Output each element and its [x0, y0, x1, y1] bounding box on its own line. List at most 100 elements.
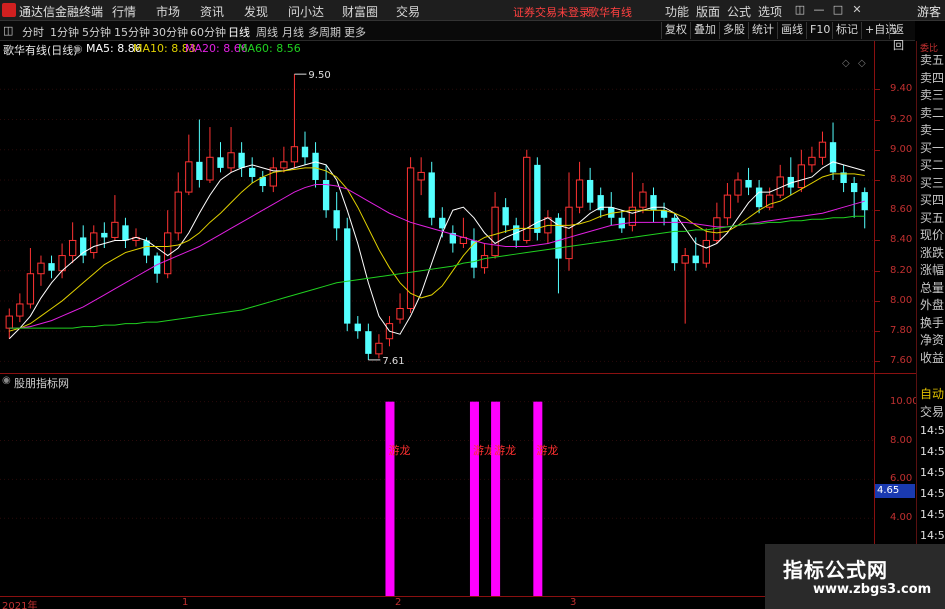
sidebar-auto[interactable]: 自动 [920, 385, 944, 402]
sidebar-item: 外盘 [920, 298, 945, 312]
signal-bar [385, 401, 395, 596]
menu-banmian[interactable]: 版面 [696, 3, 720, 20]
minimize-icon[interactable]: — [811, 2, 827, 18]
menu-bar: 通达信金融终端 行情 市场 资讯 发现 问小达 财富圈 交易 证券交易未登录 歌… [0, 0, 945, 21]
pane-divider[interactable] [0, 373, 916, 374]
candle-body-down [470, 240, 478, 268]
sidebar-time: 14:56 [920, 508, 945, 521]
signal-bar [533, 401, 543, 596]
candle-body-up [808, 156, 816, 166]
candle-body-down [365, 331, 372, 354]
btn-duogu[interactable]: 多股 [719, 22, 748, 39]
candle-body-up [206, 156, 214, 181]
period-weekly[interactable]: 周线 [256, 24, 278, 40]
candle-body-down [745, 179, 752, 188]
menu-hangqing[interactable]: 行情 [112, 3, 136, 20]
sidebar-time: 14:56 [920, 466, 945, 479]
signal-bar [469, 401, 479, 596]
candle-body-up [639, 191, 647, 208]
indicator-title[interactable]: 股朋指标网 [14, 375, 69, 391]
menu-gongshi[interactable]: 公式 [727, 3, 751, 20]
menu-gongneng[interactable]: 功能 [665, 3, 689, 20]
settings-toggle-icon[interactable]: ◉ [73, 42, 83, 55]
candle-body-down [502, 207, 509, 226]
sidebar-item: 买一 [920, 140, 945, 155]
price-tick-mark [874, 331, 880, 333]
watermark-banner: 指标公式网 www.zbgs3.com [765, 544, 945, 609]
sidebar-trade[interactable]: 交易 [920, 403, 944, 420]
menu-jiaoyi[interactable]: 交易 [396, 3, 420, 20]
price-tick-mark [874, 119, 880, 121]
guest-label[interactable]: 游客 [917, 3, 941, 20]
indicator-chart[interactable]: 游龙 游龙 游龙 游龙 [0, 390, 874, 596]
menu-wenxiaoda[interactable]: 问小达 [288, 3, 324, 20]
period-1min[interactable]: 1分钟 [50, 24, 79, 40]
btn-biaoji[interactable]: 标记 [832, 22, 861, 39]
indicator-toggle-icon[interactable]: ◉ [2, 375, 11, 386]
period-more[interactable]: 更多 [344, 24, 366, 40]
candle-body-down [850, 183, 858, 193]
maximize-icon[interactable]: □ [830, 2, 846, 18]
candle-body-up [723, 194, 732, 219]
candle-body-up [111, 221, 119, 238]
candle-body-up [290, 146, 299, 163]
candle-body-down [428, 172, 435, 218]
candle-body-up [185, 161, 193, 193]
btn-fanhui[interactable]: 返回 [889, 22, 915, 52]
btn-huaxian[interactable]: 画线 [777, 22, 806, 39]
price-tick-label: 8.60 [890, 204, 913, 216]
btn-tongji[interactable]: 统计 [748, 22, 777, 39]
ma-line-ma60 [9, 215, 865, 329]
period-60min[interactable]: 60分钟 [190, 24, 226, 40]
candle-body-up [5, 315, 13, 329]
indicator-tick-label: 8.00 [890, 434, 913, 446]
period-daily[interactable]: 日线 [228, 24, 250, 40]
period-monthly[interactable]: 月线 [282, 24, 304, 40]
sidebar-item: 买二 [920, 158, 945, 172]
period-15min[interactable]: 15分钟 [114, 24, 150, 40]
candle-body-up [37, 262, 45, 275]
menu-faxian[interactable]: 发现 [244, 3, 268, 20]
watermark-title: 指标公式网 [783, 558, 888, 582]
period-5min[interactable]: 5分钟 [82, 24, 111, 40]
period-toolbar: ◫ 分时 1分钟 5分钟 15分钟 30分钟 60分钟 日线 周线 月线 多周期… [0, 21, 915, 52]
sidebar-item: 卖二 [920, 105, 945, 120]
candle-body-down [217, 157, 224, 168]
indicator-tick-label: 10.00 [890, 395, 919, 407]
period-multi[interactable]: 多周期 [308, 24, 341, 40]
candle-body-up [90, 232, 98, 254]
menu-zixun[interactable]: 资讯 [200, 3, 224, 20]
candle-body-down [196, 161, 203, 180]
restore-icon[interactable]: ◫ [792, 2, 808, 18]
trade-login-status[interactable]: 证券交易未登录 [513, 4, 590, 20]
current-value-badge: 4.65 [875, 484, 915, 498]
period-30min[interactable]: 30分钟 [152, 24, 188, 40]
period-fenshi[interactable]: 分时 [22, 24, 44, 40]
candle-body-up [681, 255, 689, 264]
signal-label: 游龙 [536, 444, 558, 457]
price-tick-mark [874, 361, 880, 363]
ma-line-ma20 [9, 184, 865, 329]
candle-body-up [280, 161, 288, 169]
menu-caifuquan[interactable]: 财富圈 [342, 3, 378, 20]
candle-body-up [491, 206, 499, 257]
sidebar-item: 买三 [920, 175, 945, 190]
candlestick-chart[interactable]: 9.50 7.61 ◇ ◇ [0, 56, 874, 372]
btn-fuquan[interactable]: 复权 [661, 22, 690, 39]
btn-f10[interactable]: F10 [806, 22, 833, 39]
candle-body-down [143, 240, 150, 256]
candle-body-down [354, 323, 361, 332]
price-tick-label: 8.00 [890, 294, 913, 306]
candle-body-down [671, 217, 678, 264]
candle-body-down [312, 152, 319, 180]
menu-xuanxiang[interactable]: 选项 [758, 3, 782, 20]
candle-body-up [565, 206, 573, 260]
btn-diejia[interactable]: 叠加 [690, 22, 719, 39]
high-annotation: 9.50 [308, 70, 330, 81]
toolbar-menu-icon[interactable]: ◫ [3, 24, 13, 37]
candle-body-up [164, 232, 172, 275]
time-label-year: 2021年 [2, 601, 38, 609]
menu-shichang[interactable]: 市场 [156, 3, 180, 20]
candle-body-down [755, 187, 763, 208]
close-icon[interactable]: ✕ [849, 2, 865, 18]
